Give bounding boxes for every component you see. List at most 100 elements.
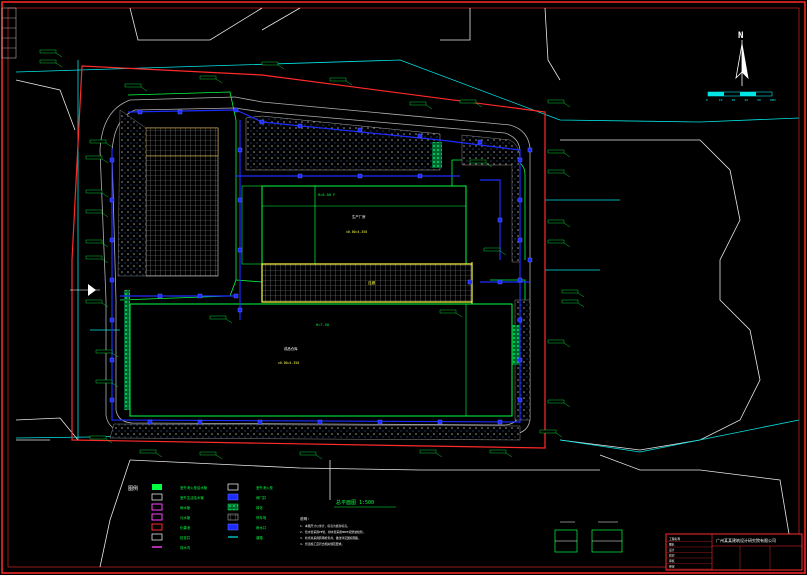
svg-text:雨水管: 雨水管 [180,505,191,510]
svg-text:停车场: 停车场 [256,515,267,520]
south-hall-label: H=7.50 [316,323,329,327]
manhole-marker [467,279,473,285]
manhole-marker [497,419,503,425]
svg-text:排水沟: 排水沟 [180,545,191,550]
pipe-tag [95,349,119,358]
pipe-tag [547,219,571,228]
pipe-tag [85,155,109,164]
manhole-marker [527,147,533,153]
pipe-tag [539,429,563,438]
pipe-tag [89,139,113,148]
manhole-marker [527,257,533,263]
manhole-marker [237,147,243,153]
manhole-marker [517,357,523,363]
manhole-marker [517,237,523,243]
title-block: 广州某某建筑设计研究院有限公司 工程名称图名设计校对审核审定 [665,533,803,571]
pipe-tag [85,239,109,248]
notes-title: 说明: [300,516,309,521]
legend: 图例 室外消火栓给水管室外生活给水管雨水管污水管化粪池检查井排水沟 室外消火栓阀… [128,483,274,550]
manhole-marker [477,139,483,145]
scale-tick-label: 60 [757,98,761,102]
title-block-row: 审核 [669,559,675,563]
manhole-marker [357,173,363,179]
pipe-tag [85,189,109,198]
scale-tick-label: 20 [732,98,736,102]
legend-item: 污水管 [151,513,191,521]
pipe-tag [261,61,285,70]
manhole-marker [517,317,523,323]
svg-text:室外消火栓给水管: 室外消火栓给水管 [180,485,208,490]
svg-text:化粪池: 化粪池 [180,525,191,530]
scale-tick-label: 10 [719,98,723,102]
manhole-marker [109,197,115,203]
svg-text:绿化: 绿化 [256,505,263,510]
parking-north [245,115,441,171]
title-block-row: 设计 [669,548,675,552]
pipe-tag [85,299,109,308]
scale-bar: 0 10 20 40 60 80M [706,91,776,102]
notes: 说明: 1. 本图尺寸以米计，标高为绝对标高。 2. 给水管采用PE管，排水管采用… [300,516,366,546]
pipe-tag [561,299,585,308]
north-hall-elev: ±0.00=4.350 [346,230,367,234]
manhole-marker [237,307,243,313]
scale-tick-label: 0 [706,98,708,102]
manhole-marker [237,197,243,203]
manhole-marker [197,293,203,299]
pipe-tag [547,99,571,108]
manhole-marker [497,217,503,223]
manhole-marker [377,419,383,425]
title-block-company: 广州某某建筑设计研究院有限公司 [716,537,776,543]
pipe-tag [489,449,513,458]
scale-tick-label: 40 [744,98,748,102]
plan-title: 总平面图 1:500 [334,499,396,508]
manhole-marker [177,109,183,115]
title-block-row: 校对 [669,554,675,558]
title-block-row: 审定 [669,565,675,569]
pipe-tag [39,59,63,68]
svg-text:污水管: 污水管 [180,515,191,520]
pipe-tag [547,399,571,408]
legend-item: 化粪池 [151,523,191,531]
manhole-marker [147,419,153,425]
manhole-marker [109,317,115,323]
pipe-tag [547,339,571,348]
manhole-marker [417,173,423,179]
north-label: N [738,31,743,41]
manhole-marker [517,197,523,203]
cad-site-plan: H=6.00 F 生产厂房 ±0.00=4.350 连廊 H=7.50 成品仓库… [1,1,806,574]
manhole-marker [109,157,115,163]
note-line: 2. 给水管采用PE管，排水管采用HDPE双壁波纹管。 [300,530,366,534]
south-hall-name: 成品仓库 [284,346,298,351]
pipe-tag [547,149,571,158]
legend-item: 排水沟 [152,545,191,550]
legend-item: 雨水管 [151,503,191,511]
manhole-marker [233,293,239,299]
note-line: 4. 管道施工应符合相关规范要求。 [300,542,344,546]
title-block-row: 图名 [669,543,675,547]
legend-item: 雨水口 [227,523,266,531]
manhole-marker [233,107,239,113]
north-hall-name: 生产厂房 [352,214,366,219]
detail-sections [554,521,623,553]
legend-item: 阀门井 [227,493,267,501]
manhole-marker [417,133,423,139]
legend-item: 绿化 [227,503,263,511]
manhole-marker [109,277,115,283]
manhole-marker [297,173,303,179]
manhole-marker [109,397,115,403]
pipe-tag [561,289,585,298]
manhole-marker [497,279,503,285]
pipe-tag [39,49,63,58]
pipe-tag [139,449,163,458]
manhole-marker [297,123,303,129]
margin-table [1,7,17,59]
north-building [241,185,467,265]
pipe-tag [299,451,323,460]
manhole-marker [517,157,523,163]
manhole-marker [137,109,143,115]
manhole-marker [437,419,443,425]
note-line: 1. 本图尺寸以米计，标高为绝对标高。 [300,524,350,528]
scale-tick-label: 80M [770,98,776,102]
manhole-marker [357,127,363,133]
manhole-marker [109,237,115,243]
